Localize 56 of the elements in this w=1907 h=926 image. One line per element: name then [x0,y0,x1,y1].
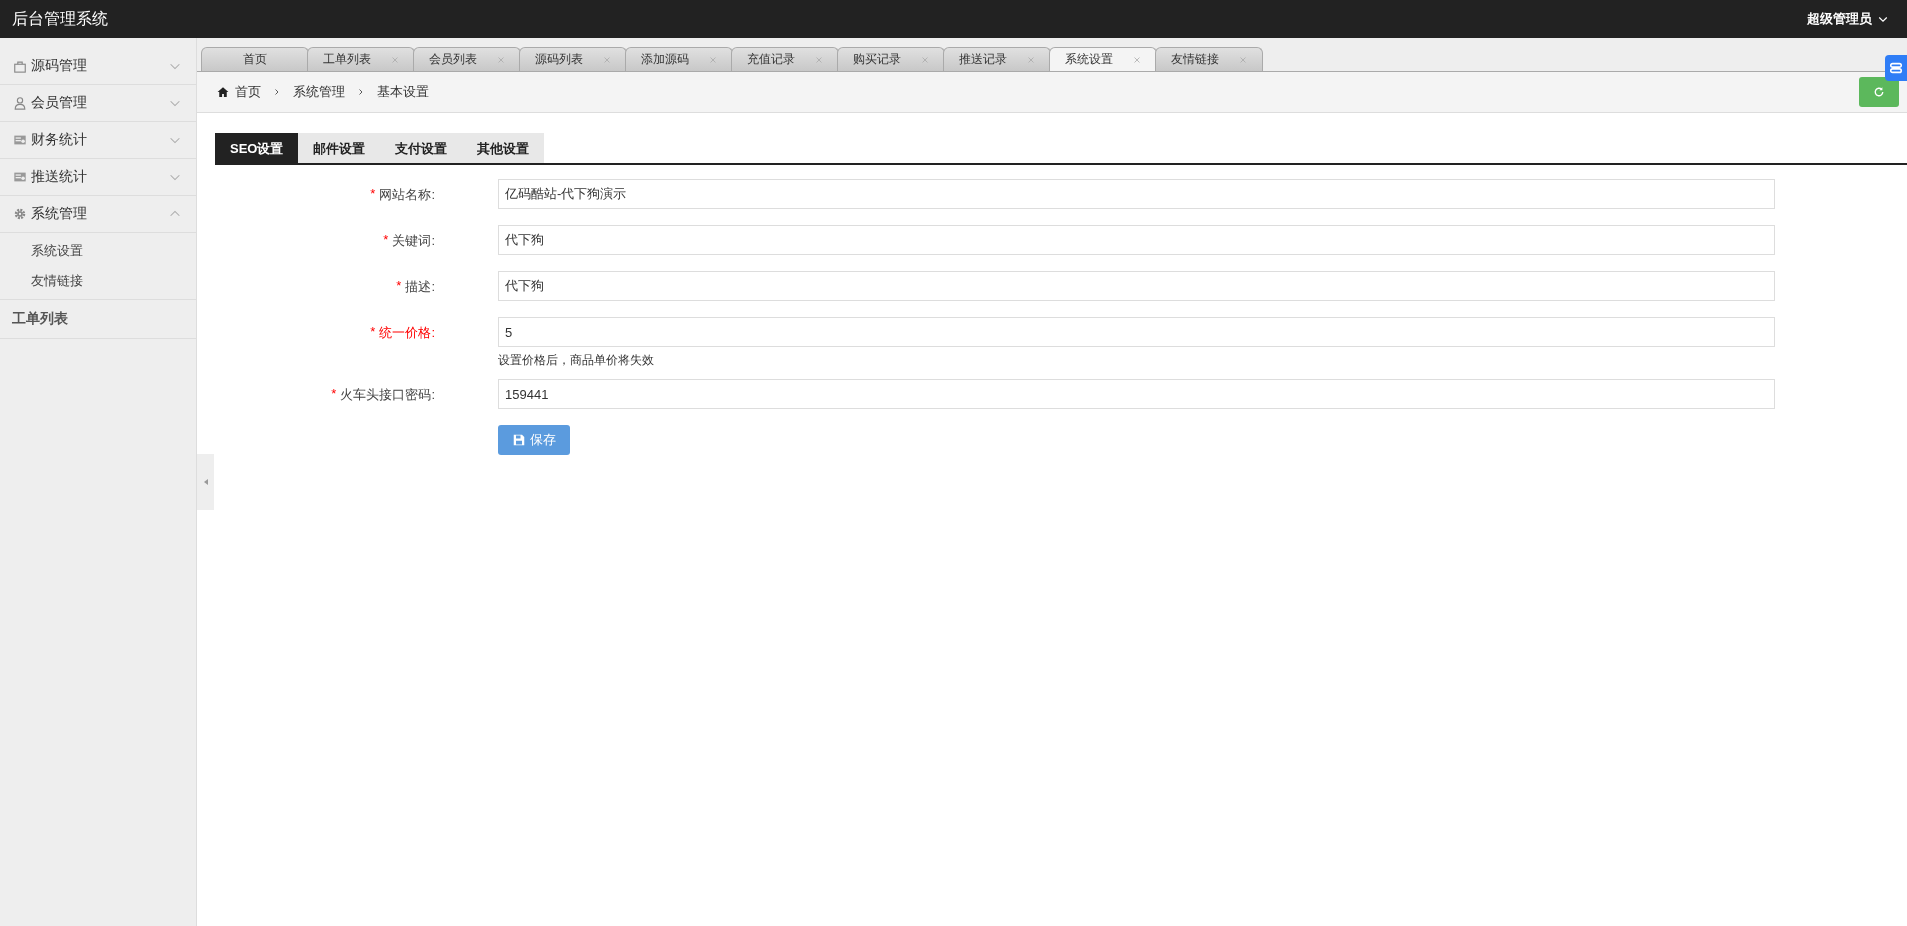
user-menu[interactable]: 超级管理员 [1801,10,1895,28]
tab[interactable]: 推送记录 [943,47,1051,71]
input-field[interactable]: 5 [498,317,1775,347]
app-title: 后台管理系统 [12,8,108,29]
refresh-icon [1873,86,1885,98]
settings-tab[interactable]: 其他设置 [462,133,545,163]
link-icon [1889,61,1903,75]
field-label: 描述: [405,278,435,296]
tab[interactable]: 系统设置 [1049,47,1157,71]
input-field[interactable]: 159441 [498,379,1775,409]
settings-tab[interactable]: 邮件设置 [298,133,381,163]
tab[interactable]: 工单列表 [307,47,415,71]
refresh-button[interactable] [1859,77,1899,107]
input-field[interactable]: 亿码酷站-代下狗演示 [498,179,1775,209]
breadcrumb-link[interactable]: 首页 [235,83,261,101]
sidebar-item[interactable]: 系统管理 [0,196,196,233]
sidebar-item[interactable]: 工单列表 [0,300,196,339]
settings-tab[interactable]: 支付设置 [380,133,463,163]
tab[interactable]: 友情链接 [1155,47,1263,71]
field-label: 统一价格: [379,324,435,342]
sidebar-subitem[interactable]: 友情链接 [0,266,83,296]
tab[interactable]: 会员列表 [413,47,521,71]
report-icon [13,133,27,147]
home-icon [217,86,229,98]
required-mark: * [396,278,402,295]
tab[interactable]: 充值记录 [731,47,839,71]
input-field[interactable]: 代下狗 [498,225,1775,255]
floating-widget-icon[interactable] [1885,55,1907,81]
field-label: 火车头接口密码: [340,386,435,404]
user-icon [13,96,27,110]
collapse-handle[interactable] [197,454,214,510]
settings-tab[interactable]: SEO设置 [215,133,299,163]
required-mark: * [331,386,337,403]
sidebar-item[interactable]: 财务统计 [0,122,196,159]
sidebar-item[interactable]: 会员管理 [0,85,196,122]
breadcrumb-link[interactable]: 基本设置 [377,83,429,101]
required-mark: * [370,186,376,203]
chevron-right-icon [273,88,281,96]
tab[interactable]: 源码列表 [519,47,627,71]
report-icon [13,170,27,184]
bag-icon [13,59,27,73]
sidebar-subitem[interactable]: 系统设置 [0,236,83,266]
tab[interactable]: 添加源码 [625,47,733,71]
breadcrumb-link[interactable]: 系统管理 [293,83,345,101]
required-mark: * [370,324,376,341]
tab[interactable]: 首页 [201,47,309,71]
chevron-right-icon [357,88,365,96]
sidebar-item[interactable]: 推送统计 [0,159,196,196]
gear-icon [13,207,27,221]
sidebar-item[interactable]: 源码管理 [0,48,196,85]
required-mark: * [383,232,389,249]
help-text: 设置价格后，商品单价将失效 [498,352,655,369]
input-field[interactable]: 代下狗 [498,271,1775,301]
field-label: 关键词: [392,232,435,250]
field-label: 网站名称: [379,186,435,204]
tab[interactable]: 购买记录 [837,47,945,71]
